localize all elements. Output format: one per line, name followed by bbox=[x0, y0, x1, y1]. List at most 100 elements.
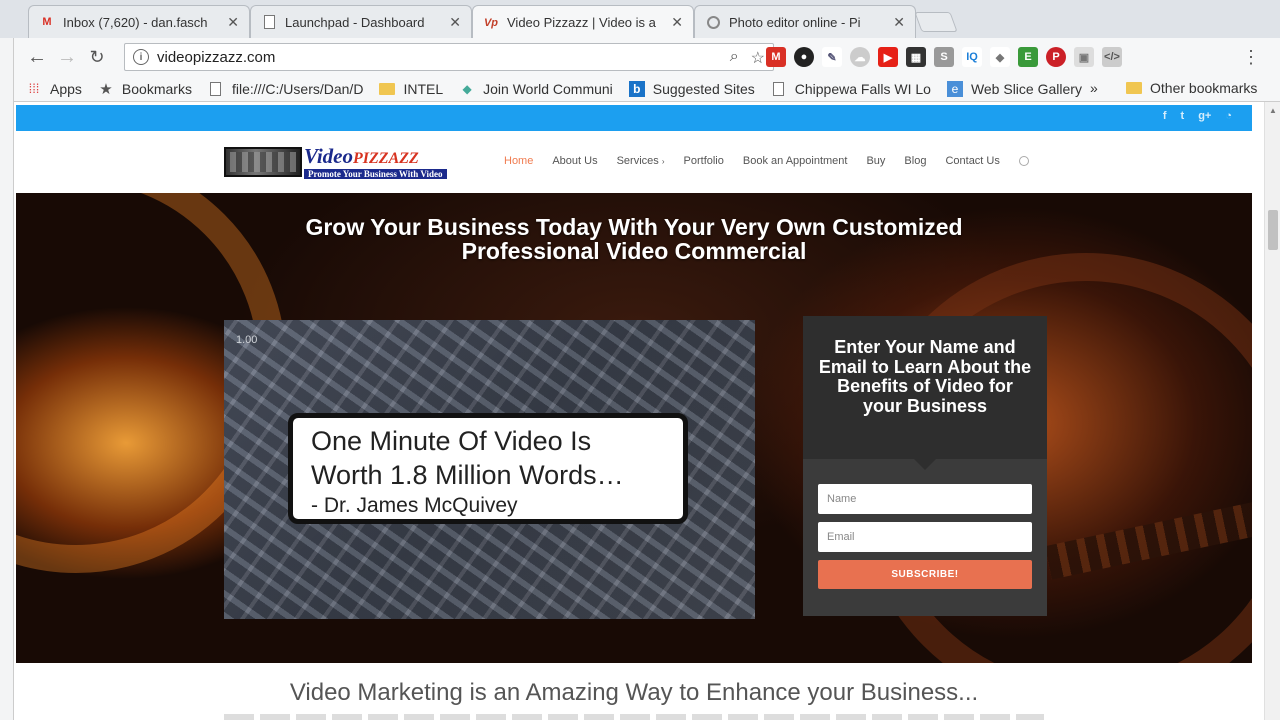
bookmark-label: Chippewa Falls WI Lo bbox=[794, 80, 931, 97]
nav-services[interactable]: Services › bbox=[617, 155, 665, 167]
bookmark-label: Join World Communi bbox=[483, 80, 613, 97]
film-reel-logo-icon bbox=[224, 147, 302, 177]
site-header: VideoPIZZAZZ Promote Your Business With … bbox=[16, 131, 1252, 193]
bookmark-label: file:///C:/Users/Dan/D bbox=[231, 80, 364, 97]
page-icon bbox=[261, 14, 277, 30]
bookmark-join-world[interactable]: ◆ Join World Communi bbox=[459, 81, 613, 97]
star-icon: ★ bbox=[99, 80, 113, 98]
bookmark-label: Bookmarks bbox=[121, 80, 192, 97]
section-heading: Video Marketing is an Amazing Way to Enh… bbox=[289, 679, 979, 706]
menu-icon[interactable]: ⋮ bbox=[1242, 47, 1260, 68]
url-text: videopizzazz.com bbox=[157, 48, 276, 66]
bookmark-web-slice[interactable]: e Web Slice Gallery bbox=[946, 80, 1082, 97]
bookmarks-bar: ⁞⁞⁞ Apps ★ Bookmarks file:///C:/Users/Da… bbox=[14, 76, 1280, 102]
s-extension-icon[interactable]: S bbox=[934, 47, 954, 67]
folder-icon bbox=[1126, 82, 1142, 94]
iq-icon[interactable]: IQ bbox=[962, 47, 982, 67]
info-icon[interactable]: i bbox=[133, 49, 149, 65]
tiles-icon[interactable]: ▦ bbox=[906, 47, 926, 67]
tab-video-pizzazz[interactable]: Vp Video Pizzazz | Video is a ✕ bbox=[472, 5, 694, 39]
rss-icon[interactable]: ◔ bbox=[1225, 110, 1232, 122]
nav-buy[interactable]: Buy bbox=[866, 155, 885, 167]
tab-title: Video Pizzazz | Video is a bbox=[507, 15, 656, 30]
extensions: M ● ✎ ☁ ▶ ▦ S IQ ◆ E P ▣ </> bbox=[766, 47, 1122, 67]
globe-icon bbox=[705, 14, 721, 30]
scrollbar-thumb[interactable] bbox=[1268, 210, 1278, 250]
screenshot-icon[interactable]: ▣ bbox=[1074, 47, 1094, 67]
apps-grid-icon: ⁞⁞⁞ bbox=[28, 81, 40, 96]
reload-icon[interactable]: ↻ bbox=[82, 42, 112, 72]
quote-line: Worth 1.8 Million Words… bbox=[311, 460, 624, 490]
new-tab-button[interactable] bbox=[914, 12, 958, 32]
site-top-bar: f t g+ ◔ bbox=[16, 105, 1252, 131]
bookmark-label: Web Slice Gallery bbox=[970, 80, 1082, 97]
form-notch bbox=[913, 458, 937, 470]
eyedropper-icon[interactable]: ✎ bbox=[822, 47, 842, 67]
nav-book-appointment[interactable]: Book an Appointment bbox=[743, 155, 848, 167]
folder-icon bbox=[379, 81, 396, 97]
hero-headline: Grow Your Business Today With Your Very … bbox=[305, 214, 963, 264]
tab-title: Photo editor online - Pi bbox=[729, 14, 861, 30]
address-bar[interactable]: i videopizzazz.com ⌕ ☆ bbox=[124, 43, 774, 71]
bookmark-other[interactable]: Other bookmarks bbox=[1126, 80, 1257, 96]
dropbox-icon[interactable]: ◆ bbox=[990, 47, 1010, 67]
back-icon[interactable]: ← bbox=[22, 42, 52, 72]
social-links: f t g+ ◔ bbox=[1163, 110, 1232, 122]
ie-icon: e bbox=[946, 80, 963, 97]
email-field[interactable] bbox=[818, 522, 1032, 552]
more-bookmarks-icon[interactable]: » bbox=[1090, 80, 1098, 96]
gmail-icon: M bbox=[42, 16, 52, 28]
bookmark-suggested-sites[interactable]: b Suggested Sites bbox=[628, 80, 755, 97]
nav-contact-us[interactable]: Contact Us bbox=[945, 155, 999, 167]
main-nav: Home About Us Services › Portfolio Book … bbox=[504, 155, 1029, 167]
bookmark-label: Other bookmarks bbox=[1150, 80, 1258, 96]
bookmark-label: Apps bbox=[50, 80, 82, 97]
nav-home[interactable]: Home bbox=[504, 155, 533, 167]
page-icon bbox=[208, 81, 224, 97]
bookmark-apps[interactable]: ⁞⁞⁞ Apps bbox=[26, 81, 82, 97]
google-plus-icon[interactable]: g+ bbox=[1198, 110, 1211, 122]
bookmark-bookmarks[interactable]: ★ Bookmarks bbox=[98, 80, 192, 98]
tab-inbox[interactable]: M Inbox (7,620) - dan.fasch ✕ bbox=[28, 5, 250, 38]
tab-title: Inbox (7,620) - dan.fasch bbox=[63, 14, 208, 30]
quote-author: - Dr. James McQuivey bbox=[311, 494, 518, 517]
code-icon[interactable]: </> bbox=[1102, 47, 1122, 67]
tab-launchpad[interactable]: Launchpad - Dashboard ✕ bbox=[250, 5, 472, 38]
quote-line: One Minute Of Video Is bbox=[311, 426, 592, 456]
close-icon[interactable]: ✕ bbox=[671, 14, 683, 31]
search-icon[interactable] bbox=[1018, 156, 1029, 166]
page-scrollbar[interactable]: ▲ bbox=[1264, 102, 1280, 720]
close-icon[interactable]: ✕ bbox=[227, 14, 239, 31]
nav-about-us[interactable]: About Us bbox=[552, 155, 597, 167]
color-extension-icon[interactable]: ● bbox=[794, 47, 814, 67]
form-heading: Enter Your Name and Email to Learn About… bbox=[803, 316, 1047, 459]
twitter-icon[interactable]: t bbox=[1181, 110, 1185, 122]
bookmark-intel[interactable]: INTEL bbox=[379, 81, 443, 97]
nav-portfolio[interactable]: Portfolio bbox=[684, 155, 724, 167]
bookmark-file[interactable]: file:///C:/Users/Dan/D bbox=[208, 81, 363, 97]
section-text-preview bbox=[224, 714, 1044, 720]
pinterest-icon[interactable]: P bbox=[1046, 47, 1066, 67]
video-badge: 1.00 bbox=[236, 334, 258, 346]
tab-photo-editor[interactable]: Photo editor online - Pi ✕ bbox=[694, 5, 916, 38]
close-icon[interactable]: ✕ bbox=[893, 14, 905, 31]
scroll-up-icon[interactable]: ▲ bbox=[1269, 106, 1277, 115]
bookmark-label: INTEL bbox=[403, 80, 444, 97]
zoom-icon[interactable]: ⌕ bbox=[730, 48, 739, 68]
facebook-icon[interactable]: f bbox=[1163, 110, 1167, 122]
bookmark-chippewa[interactable]: Chippewa Falls WI Lo bbox=[771, 81, 931, 97]
nav-blog[interactable]: Blog bbox=[904, 155, 926, 167]
star-icon[interactable]: ☆ bbox=[751, 48, 765, 68]
video-player[interactable]: 1.00 One Minute Of Video Is Worth 1.8 Mi… bbox=[224, 320, 755, 619]
forward-icon[interactable]: → bbox=[52, 42, 82, 72]
name-field[interactable] bbox=[818, 484, 1032, 514]
subscribe-button[interactable]: SUBSCRIBE! bbox=[818, 560, 1032, 589]
youtube-icon[interactable]: ▶ bbox=[878, 47, 898, 67]
site-logo[interactable]: VideoPIZZAZZ Promote Your Business With … bbox=[224, 145, 472, 179]
gmail-extension-icon[interactable]: M bbox=[766, 47, 786, 67]
logo-brand: VideoPIZZAZZ bbox=[304, 143, 419, 168]
evernote-icon[interactable]: E bbox=[1018, 47, 1038, 67]
cloud-icon[interactable]: ☁ bbox=[850, 47, 870, 67]
logo-tagline: Promote Your Business With Video bbox=[304, 168, 447, 179]
close-icon[interactable]: ✕ bbox=[449, 14, 461, 31]
